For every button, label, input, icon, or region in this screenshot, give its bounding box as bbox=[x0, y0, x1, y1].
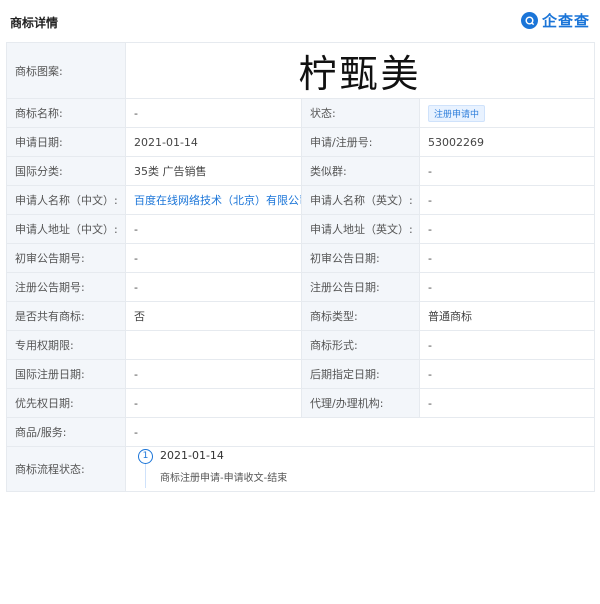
table-row: 是否共有商标: 否 商标类型: 普通商标 bbox=[6, 301, 595, 331]
value-name: - bbox=[125, 98, 302, 128]
label-status: 状态: bbox=[301, 98, 420, 128]
value-exclusive-period bbox=[125, 330, 302, 360]
value-reg-pub-date: - bbox=[419, 272, 595, 302]
label-agency: 代理/办理机构: bbox=[301, 388, 420, 418]
label-reg-no: 申请/注册号: bbox=[301, 127, 420, 157]
label-address-cn: 申请人地址（中文）: bbox=[6, 214, 126, 244]
row-image: 商标图案: 柠甄美 bbox=[6, 42, 595, 99]
table-row: 商标名称: - 状态: 注册申请中 bbox=[6, 98, 595, 128]
label-prelim-no: 初审公告期号: bbox=[6, 243, 126, 273]
step-connector bbox=[145, 464, 146, 488]
label-applicant-cn: 申请人名称（中文）: bbox=[6, 185, 126, 215]
label-image: 商标图案: bbox=[6, 42, 126, 99]
brand-logo[interactable]: 企查查 bbox=[520, 9, 590, 31]
table-row: 申请人地址（中文）: - 申请人地址（英文）: - bbox=[6, 214, 595, 244]
label-apply-date: 申请日期: bbox=[6, 127, 126, 157]
label-mark-type: 商标类型: bbox=[301, 301, 420, 331]
label-goods: 商品/服务: bbox=[6, 417, 126, 447]
row-flow: 商标流程状态: 1 2021-01-14 商标注册申请-申请收文-结束 bbox=[6, 446, 595, 492]
trademark-detail-table: 商标图案: 柠甄美 商标名称: - 状态: 注册申请中 申请日期: 2021-0… bbox=[6, 42, 595, 492]
table-row: 申请人名称（中文）: 百度在线网络技术（北京）有限公司 申请人名称（英文）: - bbox=[6, 185, 595, 215]
label-applicant-en: 申请人名称（英文）: bbox=[301, 185, 420, 215]
table-row: 初审公告期号: - 初审公告日期: - bbox=[6, 243, 595, 273]
label-reg-pub-date: 注册公告日期: bbox=[301, 272, 420, 302]
step-number: 1 bbox=[138, 449, 153, 464]
brand-name: 企查查 bbox=[541, 11, 590, 30]
value-shared: 否 bbox=[125, 301, 302, 331]
table-row: 注册公告期号: - 注册公告日期: - bbox=[6, 272, 595, 302]
label-later-date: 后期指定日期: bbox=[301, 359, 420, 389]
label-prelim-date: 初审公告日期: bbox=[301, 243, 420, 273]
page-title: 商标详情 bbox=[10, 16, 59, 30]
label-reg-pub-no: 注册公告期号: bbox=[6, 272, 126, 302]
status-badge: 注册申请中 bbox=[428, 104, 486, 122]
value-mark-type: 普通商标 bbox=[419, 301, 595, 331]
value-status-cell: 注册申请中 bbox=[419, 98, 595, 128]
value-applicant-en: - bbox=[419, 185, 595, 215]
value-mark-form: - bbox=[419, 330, 595, 360]
label-similar-group: 类似群: bbox=[301, 156, 420, 186]
flow-step: 1 2021-01-14 商标注册申请-申请收文-结束 bbox=[134, 448, 586, 491]
table-row: 商品/服务: - bbox=[6, 417, 595, 447]
table-row: 国际注册日期: - 后期指定日期: - bbox=[6, 359, 595, 389]
flow-timeline: 1 2021-01-14 商标注册申请-申请收文-结束 bbox=[125, 446, 595, 492]
label-flow: 商标流程状态: bbox=[6, 446, 126, 492]
value-intl-class: 35类 广告销售 bbox=[125, 156, 302, 186]
step-description: 商标注册申请-申请收文-结束 bbox=[160, 473, 288, 484]
value-prelim-date: - bbox=[419, 243, 595, 273]
value-priority-date: - bbox=[125, 388, 302, 418]
label-exclusive-period: 专用权期限: bbox=[6, 330, 126, 360]
label-intl-reg-date: 国际注册日期: bbox=[6, 359, 126, 389]
value-apply-date: 2021-01-14 bbox=[125, 127, 302, 157]
qichacha-logo-icon bbox=[520, 11, 538, 29]
value-applicant-cn-cell: 百度在线网络技术（北京）有限公司 bbox=[125, 185, 302, 215]
value-address-cn: - bbox=[125, 214, 302, 244]
table-row: 国际分类: 35类 广告销售 类似群: - bbox=[6, 156, 595, 186]
step-date: 2021-01-14 bbox=[160, 449, 224, 462]
value-prelim-no: - bbox=[125, 243, 302, 273]
value-later-date: - bbox=[419, 359, 595, 389]
table-row: 申请日期: 2021-01-14 申请/注册号: 53002269 bbox=[6, 127, 595, 157]
value-reg-no: 53002269 bbox=[419, 127, 595, 157]
value-similar-group: - bbox=[419, 156, 595, 186]
trademark-image: 柠甄美 bbox=[125, 42, 595, 99]
label-intl-class: 国际分类: bbox=[6, 156, 126, 186]
page-header: 商标详情 企查查 bbox=[0, 0, 600, 42]
label-shared: 是否共有商标: bbox=[6, 301, 126, 331]
value-intl-reg-date: - bbox=[125, 359, 302, 389]
value-agency: - bbox=[419, 388, 595, 418]
table-row: 优先权日期: - 代理/办理机构: - bbox=[6, 388, 595, 418]
label-address-en: 申请人地址（英文）: bbox=[301, 214, 420, 244]
value-reg-pub-no: - bbox=[125, 272, 302, 302]
value-address-en: - bbox=[419, 214, 595, 244]
value-goods: - bbox=[125, 417, 595, 447]
applicant-link[interactable]: 百度在线网络技术（北京）有限公司 bbox=[134, 194, 301, 207]
table-row: 专用权期限: 商标形式: - bbox=[6, 330, 595, 360]
label-name: 商标名称: bbox=[6, 98, 126, 128]
label-priority-date: 优先权日期: bbox=[6, 388, 126, 418]
label-mark-form: 商标形式: bbox=[301, 330, 420, 360]
